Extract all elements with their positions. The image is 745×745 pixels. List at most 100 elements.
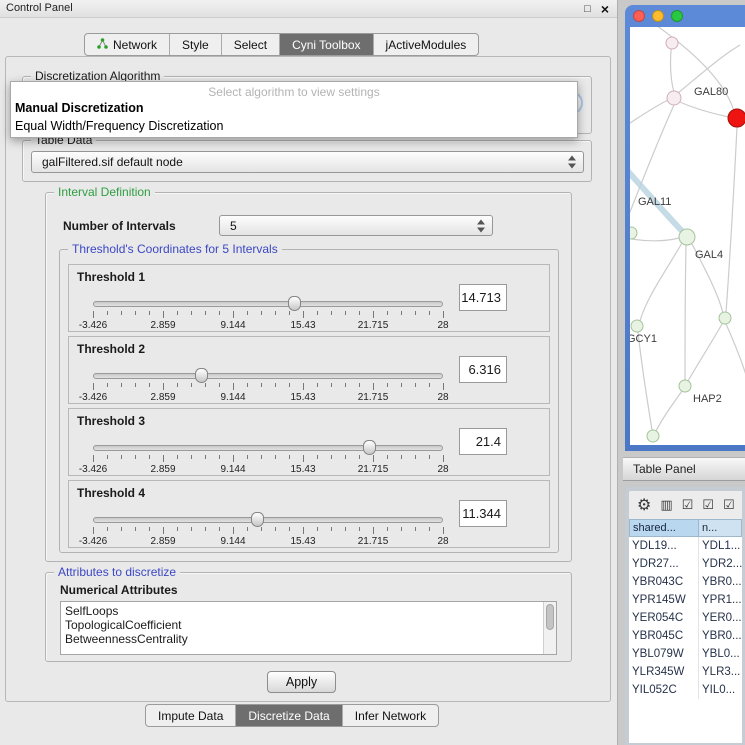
table-row[interactable]: YER054CYER0... [629, 609, 742, 627]
table-row[interactable]: YLR345WYLR3... [629, 663, 742, 681]
select-visible-checkbox-icon[interactable]: ☑ [702, 499, 714, 512]
list-item[interactable]: SelfLoops [65, 604, 556, 618]
list-item[interactable]: TopologicalCoefficient [65, 618, 556, 632]
tab-discretize-data[interactable]: Discretize Data [235, 705, 341, 726]
tab-style[interactable]: Style [169, 34, 221, 55]
table-row[interactable]: YBL079WYBL0... [629, 645, 742, 663]
scale-label: 28 [437, 536, 448, 547]
extra-checkbox-icon[interactable]: ☑ [723, 499, 735, 512]
table-row[interactable]: YIL052CYIL0... [629, 681, 742, 699]
tab-select[interactable]: Select [221, 34, 279, 55]
slider-thumb[interactable] [251, 512, 264, 527]
cell-shared-name: YDR27... [629, 555, 699, 573]
tab-impute-data[interactable]: Impute Data [146, 705, 235, 726]
threshold-value-input[interactable]: 14.713 [459, 284, 507, 311]
table-row[interactable]: YDL19...YDL1... [629, 537, 742, 555]
tick-mark [387, 455, 388, 459]
control-panel-titlebar[interactable]: Control Panel □ × [0, 0, 617, 18]
network-node[interactable] [666, 37, 678, 49]
tab-label: Discretize Data [248, 709, 329, 723]
network-node[interactable] [679, 229, 695, 245]
threshold-value-input[interactable]: 11.344 [459, 500, 507, 527]
network-node[interactable] [631, 320, 643, 332]
tick-mark [359, 455, 360, 459]
slider-track[interactable] [93, 445, 443, 451]
list-scrollbar[interactable] [543, 602, 556, 654]
network-node[interactable] [719, 312, 731, 324]
number-of-intervals-combobox[interactable]: 5 [219, 215, 493, 236]
network-node[interactable] [647, 430, 659, 442]
slider-track[interactable] [93, 517, 443, 523]
network-edge[interactable] [680, 102, 729, 117]
tick-mark [401, 383, 402, 387]
tick-mark [317, 527, 318, 531]
scrollbar-thumb[interactable] [546, 604, 554, 630]
float-window-icon[interactable]: □ [584, 4, 591, 15]
table-row[interactable]: YBR043CYBR0... [629, 573, 742, 591]
tick-mark [149, 383, 150, 387]
threshold-value-input[interactable]: 6.316 [459, 356, 507, 383]
column-header-shared-name[interactable]: shared... [629, 519, 699, 537]
network-view-window[interactable]: GAL80GAL11GAL4GCY1HAP2 [625, 5, 745, 451]
slider-thumb[interactable] [288, 296, 301, 311]
column-header-name[interactable]: n... [699, 519, 742, 537]
threshold-value-input[interactable]: 21.4 [459, 428, 507, 455]
tick-mark [443, 455, 444, 462]
table-row[interactable]: YDR27...YDR2... [629, 555, 742, 573]
network-node[interactable] [667, 91, 681, 105]
table-data-combobox[interactable]: galFiltered.sif default node [31, 151, 584, 173]
tab-infer-network[interactable]: Infer Network [342, 705, 438, 726]
network-edge[interactable] [688, 324, 722, 381]
table-row[interactable]: YPR145WYPR1... [629, 591, 742, 609]
tab-jactivemodules[interactable]: jActiveModules [373, 34, 479, 55]
popup-item-equal-width-frequency[interactable]: Equal Width/Frequency Discretization [11, 117, 577, 135]
close-button[interactable] [633, 10, 645, 22]
tick-mark [289, 383, 290, 387]
tab-network[interactable]: Network [85, 34, 169, 55]
tick-mark [121, 455, 122, 459]
network-edge[interactable] [640, 243, 682, 321]
apply-button[interactable]: Apply [267, 671, 336, 693]
network-edge[interactable] [632, 238, 679, 241]
scale-label: -3.426 [79, 392, 107, 403]
network-edge[interactable] [671, 43, 674, 92]
list-item[interactable]: BetweennessCentrality [65, 632, 556, 646]
threshold-label: Threshold 1 [77, 270, 145, 284]
scale-label: -3.426 [79, 320, 107, 331]
attributes-group: Attributes to discretize Numerical Attri… [45, 572, 572, 662]
numerical-attributes-list[interactable]: SelfLoopsTopologicalCoefficientBetweenne… [60, 601, 557, 655]
select-all-checkbox-icon[interactable]: ☑ [682, 499, 694, 512]
network-edge[interactable] [726, 127, 737, 313]
threshold-panel: Threshold 4-3.4262.8599.14415.4321.71528… [68, 480, 550, 548]
selected-network-node[interactable] [728, 109, 745, 127]
minimize-button[interactable] [652, 10, 664, 22]
zoom-button[interactable] [671, 10, 683, 22]
network-edge[interactable] [650, 27, 734, 111]
network-edge[interactable] [685, 245, 686, 380]
scale-label: 28 [437, 320, 448, 331]
network-edge[interactable] [656, 391, 682, 431]
network-edge[interactable] [630, 100, 668, 127]
slider-thumb[interactable] [195, 368, 208, 383]
scale-label: 15.43 [290, 536, 315, 547]
tick-mark [387, 383, 388, 387]
slider-track[interactable] [93, 301, 443, 307]
network-canvas[interactable]: GAL80GAL11GAL4GCY1HAP2 [630, 27, 745, 445]
columns-icon[interactable]: ▥ [660, 499, 672, 512]
network-node[interactable] [630, 227, 637, 239]
gear-icon[interactable]: ⚙ [637, 497, 651, 513]
popup-item-manual-discretization[interactable]: Manual Discretization [11, 99, 577, 117]
close-icon[interactable]: × [601, 2, 609, 16]
table-row[interactable]: YBR045CYBR0... [629, 627, 742, 645]
slider-track[interactable] [93, 373, 443, 379]
network-edge[interactable] [638, 332, 652, 430]
tab-cyni-toolbox[interactable]: Cyni Toolbox [279, 34, 372, 55]
cell-name: YDL1... [699, 537, 742, 555]
network-node[interactable] [679, 380, 691, 392]
scale-label: -3.426 [79, 536, 107, 547]
window-title: Control Panel [6, 2, 73, 14]
network-edge[interactable] [726, 324, 745, 375]
slider-thumb[interactable] [363, 440, 376, 455]
numerical-attributes-label: Numerical Attributes [60, 583, 178, 597]
table-panel-titlebar[interactable]: Table Panel [623, 457, 745, 481]
